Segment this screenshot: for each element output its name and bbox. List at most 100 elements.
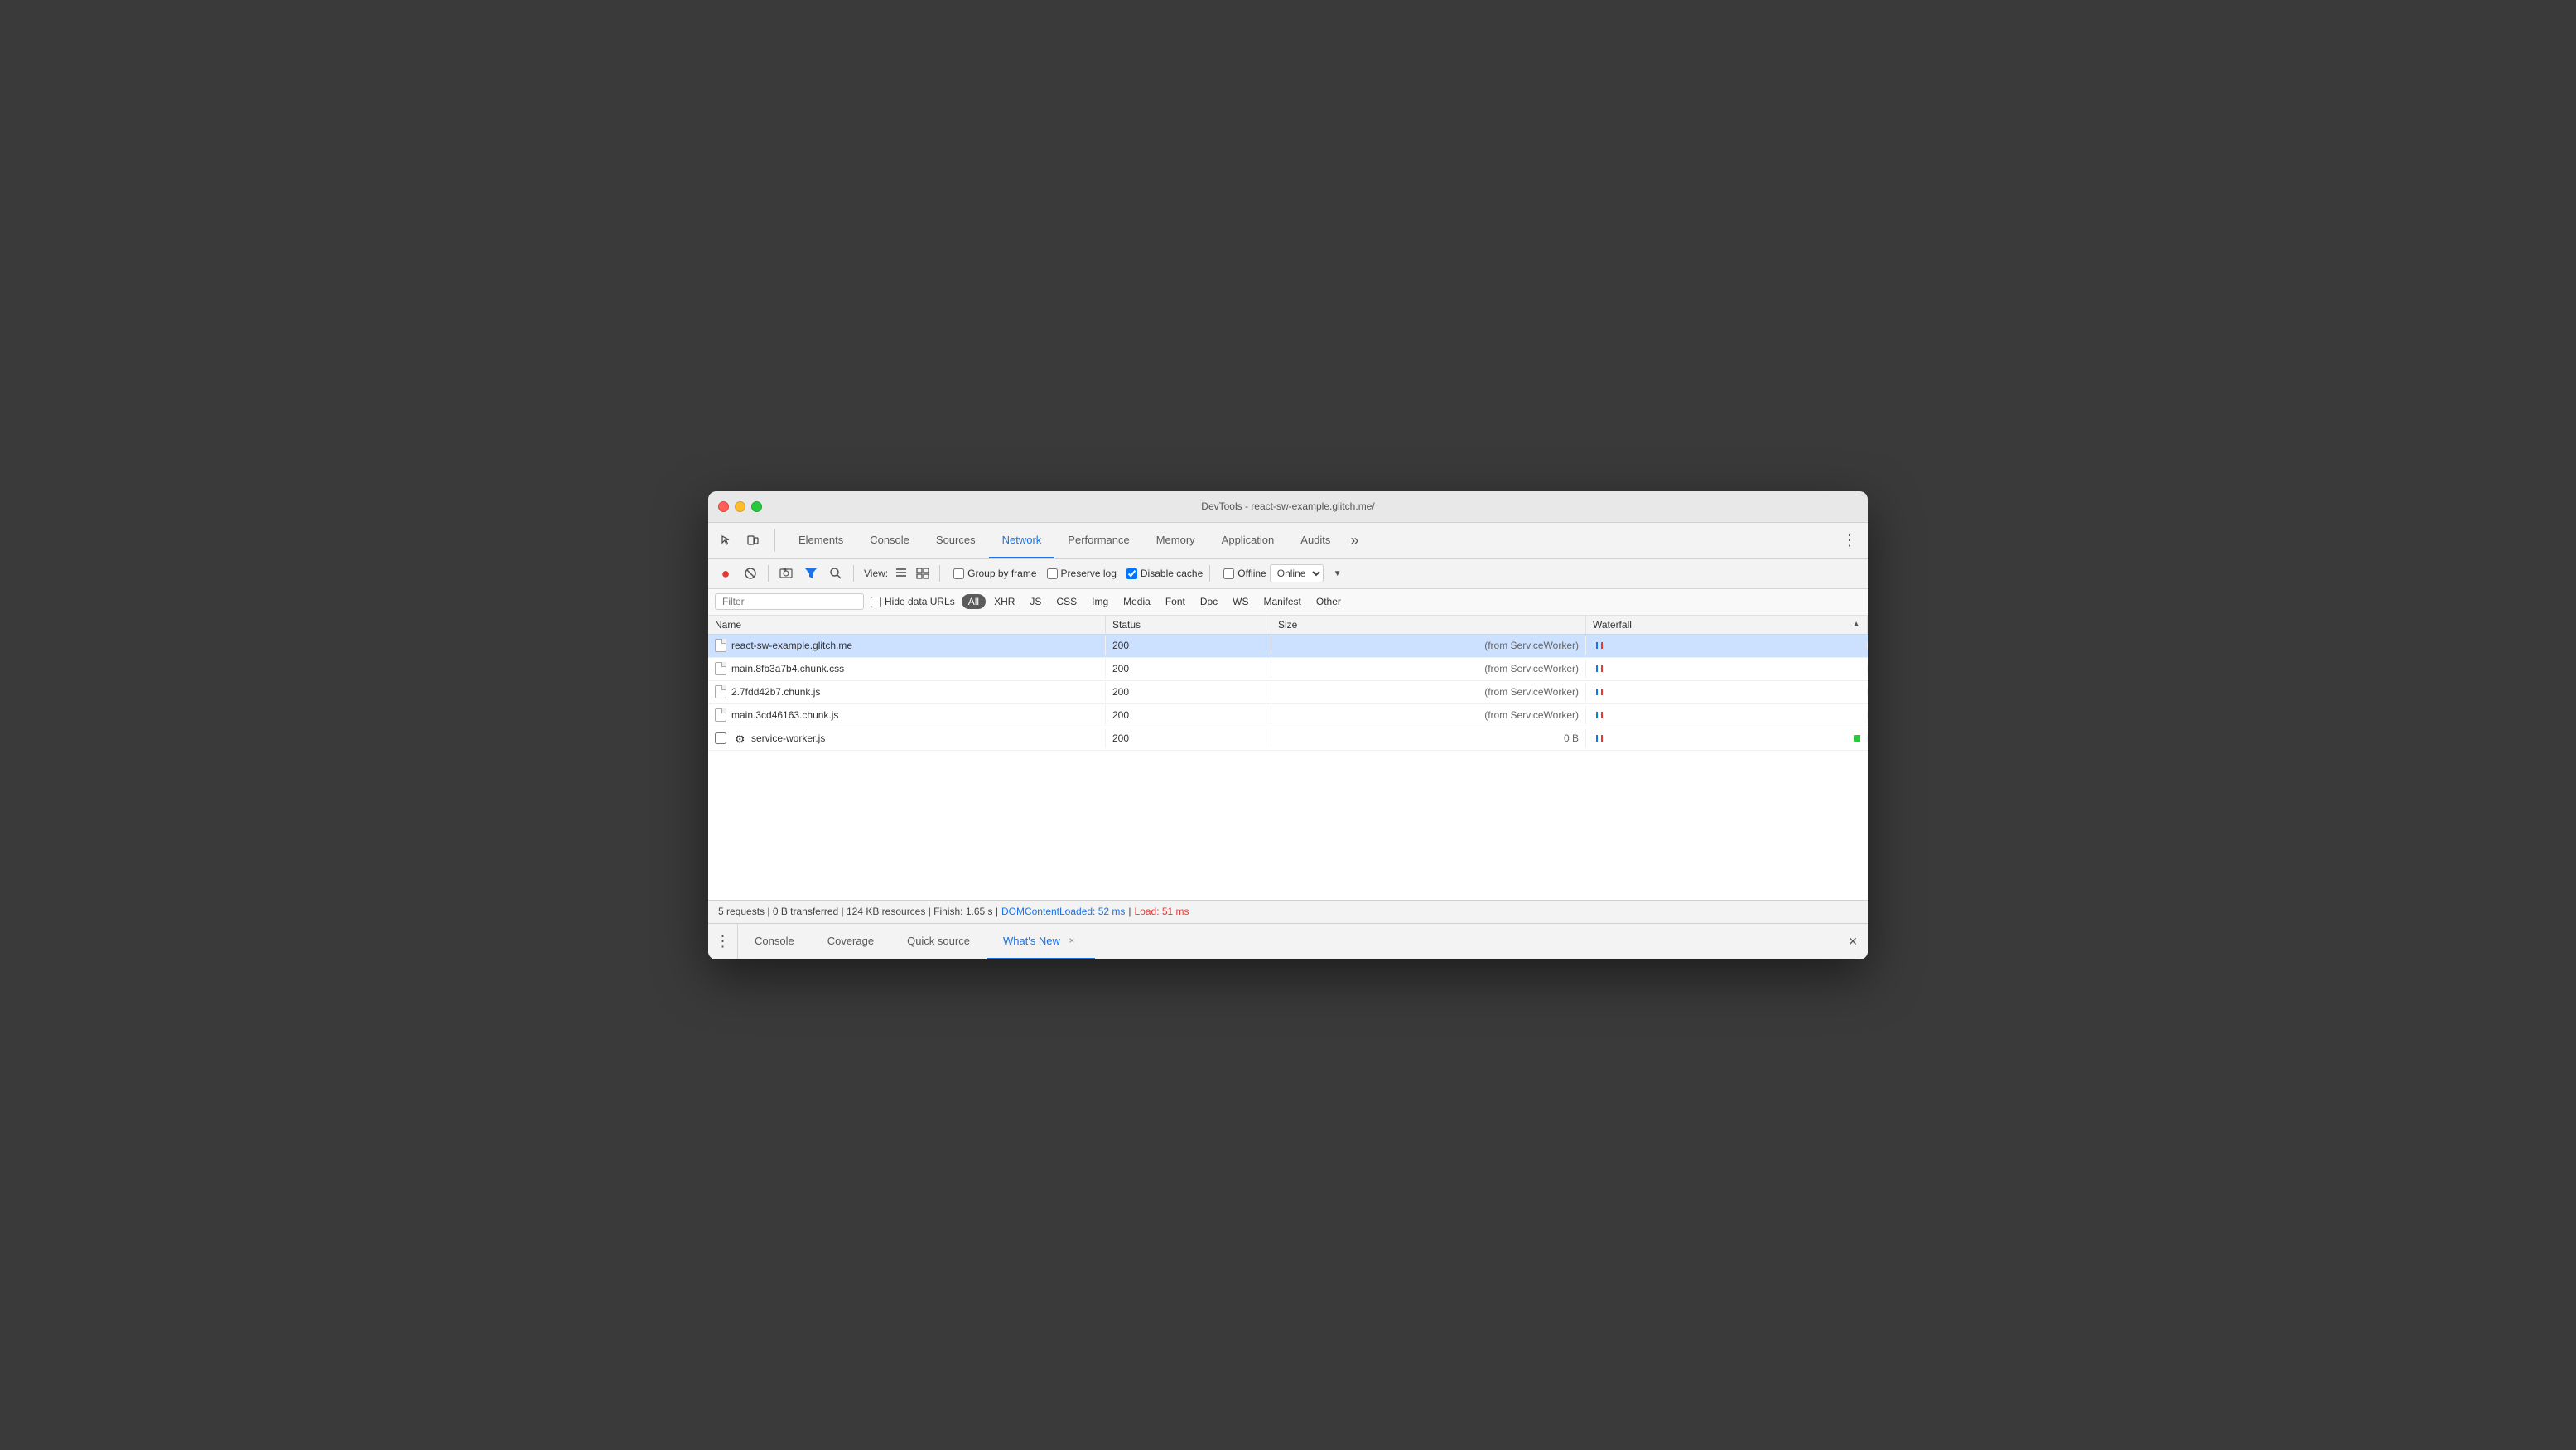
- filter-tab-js[interactable]: JS: [1023, 594, 1048, 609]
- network-toolbar: ●: [708, 559, 1868, 589]
- filter-tab-xhr[interactable]: XHR: [987, 594, 1021, 609]
- status-separator: |: [1128, 906, 1131, 917]
- waterfall-load-line: [1601, 665, 1603, 672]
- throttle-select[interactable]: Online: [1270, 564, 1324, 582]
- sort-arrow-icon: ▲: [1852, 620, 1860, 629]
- filter-input[interactable]: [715, 593, 864, 610]
- bottom-menu-button[interactable]: ⋮: [708, 923, 738, 959]
- hide-data-urls-checkbox[interactable]: [871, 597, 881, 607]
- td-waterfall-4: [1586, 712, 1868, 718]
- dom-content-loaded-text: DOMContentLoaded: 52 ms: [1001, 906, 1125, 917]
- tab-audits[interactable]: Audits: [1287, 523, 1343, 558]
- td-waterfall-1: [1586, 642, 1868, 649]
- tab-sources[interactable]: Sources: [923, 523, 989, 558]
- th-waterfall[interactable]: Waterfall ▲: [1586, 616, 1868, 634]
- table-row[interactable]: ⚙ service-worker.js 200 0 B: [708, 727, 1868, 751]
- gear-icon: ⚙: [735, 732, 746, 744]
- devtools-body: Elements Console Sources Network Perform…: [708, 523, 1868, 959]
- offline-label[interactable]: Offline: [1223, 568, 1266, 579]
- table-row[interactable]: 2.7fdd42b7.chunk.js 200 (from ServiceWor…: [708, 681, 1868, 704]
- view-icons: [891, 563, 933, 583]
- td-size-2: (from ServiceWorker): [1271, 660, 1586, 678]
- maximize-button[interactable]: [751, 501, 762, 512]
- filter-tab-doc[interactable]: Doc: [1194, 594, 1224, 609]
- filter-type-tabs: All XHR JS CSS Img Media Font Doc WS Man…: [962, 594, 1348, 609]
- waterfall-dom-line: [1596, 712, 1598, 718]
- filter-tab-manifest[interactable]: Manifest: [1257, 594, 1308, 609]
- row-checkbox-5[interactable]: [715, 732, 726, 744]
- titlebar: DevTools - react-sw-example.glitch.me/: [708, 491, 1868, 523]
- group-by-frame-label[interactable]: Group by frame: [953, 568, 1036, 579]
- tab-network[interactable]: Network: [989, 523, 1055, 558]
- close-bottom-panel-button[interactable]: ×: [1838, 923, 1868, 959]
- detail-view-button[interactable]: [913, 563, 933, 583]
- td-name-2: main.8fb3a7b4.chunk.css: [708, 659, 1106, 679]
- disable-cache-checkbox[interactable]: [1126, 568, 1137, 579]
- filter-tab-ws[interactable]: WS: [1226, 594, 1255, 609]
- screenshot-button[interactable]: [775, 563, 797, 584]
- filter-tab-media[interactable]: Media: [1117, 594, 1157, 609]
- load-text: Load: 51 ms: [1135, 906, 1189, 917]
- hide-data-urls-label[interactable]: Hide data URLs: [871, 596, 955, 607]
- td-status-1: 200: [1106, 636, 1271, 655]
- offline-checkbox[interactable]: [1223, 568, 1234, 579]
- tab-memory[interactable]: Memory: [1143, 523, 1208, 558]
- close-button[interactable]: [718, 501, 729, 512]
- network-table: Name Status Size Waterfall ▲ react-sw-ex…: [708, 616, 1868, 900]
- td-size-5: 0 B: [1271, 729, 1586, 747]
- record-button[interactable]: ●: [715, 563, 736, 584]
- table-header: Name Status Size Waterfall ▲: [708, 616, 1868, 635]
- file-icon-2: [715, 662, 726, 675]
- bottom-tab-console[interactable]: Console: [738, 924, 811, 959]
- inspect-element-button[interactable]: [715, 529, 738, 552]
- tab-console[interactable]: Console: [856, 523, 923, 558]
- device-toolbar-button[interactable]: [741, 529, 765, 552]
- tab-icons: [715, 529, 775, 552]
- filter-button[interactable]: [800, 563, 822, 584]
- group-by-frame-checkbox[interactable]: [953, 568, 964, 579]
- tab-performance[interactable]: Performance: [1054, 523, 1142, 558]
- filter-tab-other[interactable]: Other: [1310, 594, 1348, 609]
- filter-tab-font[interactable]: Font: [1159, 594, 1192, 609]
- td-name-1: react-sw-example.glitch.me: [708, 636, 1106, 655]
- preserve-log-label[interactable]: Preserve log: [1047, 568, 1117, 579]
- disable-cache-label[interactable]: Disable cache: [1126, 568, 1203, 579]
- view-label: View:: [864, 568, 888, 579]
- preserve-log-checkbox[interactable]: [1047, 568, 1058, 579]
- toolbar-separator-3: [939, 565, 940, 582]
- clear-button[interactable]: [740, 563, 761, 584]
- window-title: DevTools - react-sw-example.glitch.me/: [1201, 500, 1374, 512]
- bottom-tab-quick-source[interactable]: Quick source: [890, 924, 987, 959]
- table-row[interactable]: main.3cd46163.chunk.js 200 (from Service…: [708, 704, 1868, 727]
- td-size-3: (from ServiceWorker): [1271, 683, 1586, 701]
- waterfall-green-marker: [1854, 735, 1860, 742]
- td-name-5: ⚙ service-worker.js: [708, 729, 1106, 747]
- table-row[interactable]: main.8fb3a7b4.chunk.css 200 (from Servic…: [708, 658, 1868, 681]
- throttle-dropdown-button[interactable]: ▼: [1327, 563, 1348, 584]
- th-size[interactable]: Size: [1271, 616, 1586, 634]
- td-waterfall-3: [1586, 689, 1868, 695]
- list-view-button[interactable]: [891, 563, 911, 583]
- table-row[interactable]: react-sw-example.glitch.me 200 (from Ser…: [708, 635, 1868, 658]
- preserve-log-group: Preserve log: [1047, 568, 1117, 579]
- minimize-button[interactable]: [735, 501, 745, 512]
- bottom-tabs: Console Coverage Quick source What's New…: [738, 924, 1095, 959]
- search-button[interactable]: [825, 563, 847, 584]
- more-tabs-button[interactable]: »: [1343, 523, 1365, 558]
- tab-elements[interactable]: Elements: [785, 523, 856, 558]
- status-bar: 5 requests | 0 B transferred | 124 KB re…: [708, 900, 1868, 923]
- bottom-tab-coverage[interactable]: Coverage: [811, 924, 890, 959]
- filter-tab-img[interactable]: Img: [1085, 594, 1115, 609]
- th-status[interactable]: Status: [1106, 616, 1271, 634]
- th-name[interactable]: Name: [708, 616, 1106, 634]
- waterfall-load-line: [1601, 735, 1603, 742]
- traffic-lights: [718, 501, 762, 512]
- td-status-2: 200: [1106, 660, 1271, 678]
- close-whats-new-button[interactable]: ×: [1065, 934, 1078, 947]
- bottom-tab-whats-new[interactable]: What's New ×: [987, 924, 1095, 959]
- devtools-menu-button[interactable]: ⋮: [1838, 529, 1861, 552]
- tab-application[interactable]: Application: [1208, 523, 1288, 558]
- filter-tab-css[interactable]: CSS: [1049, 594, 1083, 609]
- td-name-4: main.3cd46163.chunk.js: [708, 705, 1106, 725]
- filter-tab-all[interactable]: All: [962, 594, 986, 609]
